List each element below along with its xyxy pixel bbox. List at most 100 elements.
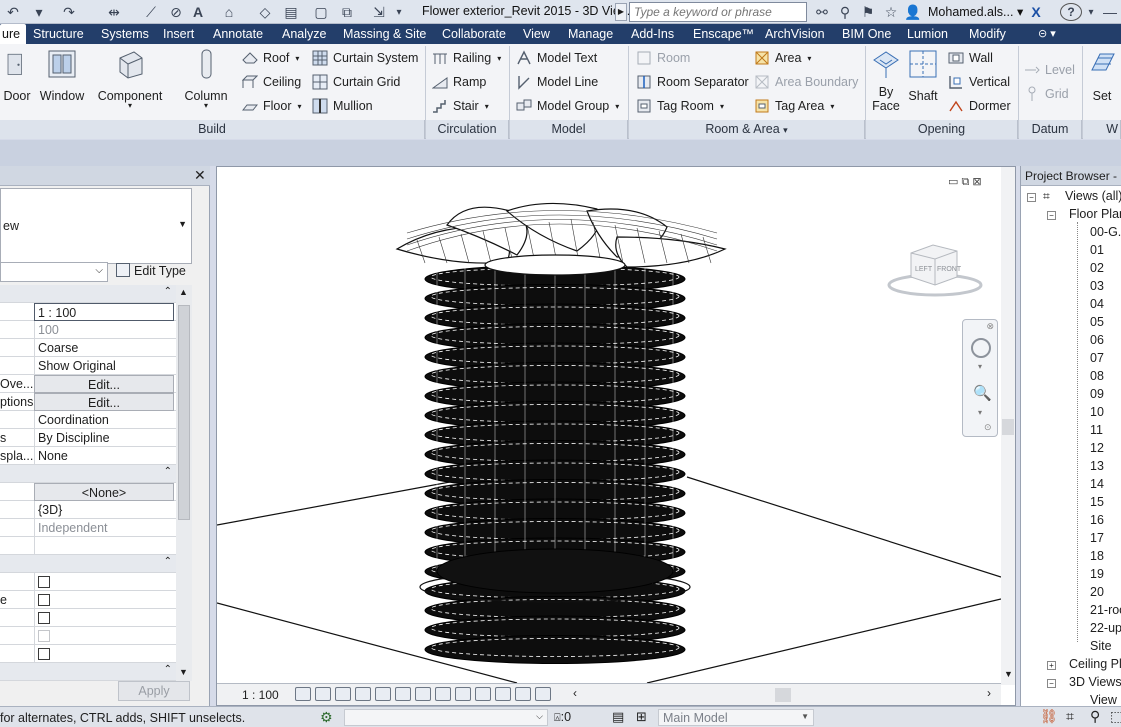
floor-button[interactable]: Floor ▾ — [242, 96, 302, 116]
sun-path-icon[interactable] — [335, 687, 351, 701]
property-group-header[interactable]: ⌃ — [0, 663, 176, 681]
property-row[interactable]: {3D} — [0, 501, 176, 519]
tab-view[interactable]: View — [523, 27, 550, 41]
tree-item-floor-plan[interactable]: 01 — [1090, 243, 1104, 257]
room-area-panel-title[interactable]: Room & Area ▾ — [629, 120, 865, 139]
property-row[interactable] — [0, 609, 176, 627]
close-hidden-icon[interactable]: ▢ — [310, 2, 332, 22]
properties-header[interactable]: ✕ — [0, 166, 210, 186]
ceiling-button[interactable]: Ceiling — [242, 72, 301, 92]
qat-dropdown-icon[interactable]: ▾ — [392, 2, 406, 22]
tab-analyze[interactable]: Analyze — [282, 27, 326, 41]
switch-windows-icon[interactable]: ⧉ — [336, 2, 358, 22]
tree-item-floor-plan[interactable]: 17 — [1090, 531, 1104, 545]
zoom-region-icon[interactable]: 🔍 — [973, 384, 992, 402]
model-group-button[interactable]: Model Group ▾ — [516, 96, 619, 116]
level-button[interactable]: Level — [1024, 60, 1075, 80]
tab-systems[interactable]: Systems — [101, 27, 149, 41]
collapse-group-icon[interactable]: ⌃ — [164, 664, 172, 675]
minimize-icon[interactable]: — — [1100, 2, 1120, 22]
component-button[interactable]: Component ▾ — [96, 48, 164, 110]
property-group-header[interactable]: ⌃ — [0, 465, 176, 483]
undo-icon[interactable]: ↶ — [2, 2, 24, 22]
property-value[interactable] — [34, 537, 174, 555]
tree-item-ceiling-plans[interactable]: Ceiling Pla — [1069, 657, 1121, 671]
property-row[interactable] — [0, 573, 176, 591]
restore-view-icon[interactable]: ⧉ — [961, 176, 969, 188]
lock-3d-view-icon[interactable] — [435, 687, 451, 701]
properties-scrollbar[interactable]: ▲ ▼ — [176, 285, 192, 681]
minimize-view-icon[interactable]: ▭ — [948, 176, 958, 188]
property-value[interactable]: Show Original — [34, 357, 174, 375]
curtain-system-button[interactable]: Curtain System — [312, 48, 418, 68]
type-selector[interactable]: ew ▼ — [0, 188, 192, 264]
property-row[interactable]: spla... None — [0, 447, 176, 465]
tree-item-floor-plan[interactable]: 11 — [1090, 423, 1103, 437]
property-row[interactable]: Show Original — [0, 357, 176, 375]
property-row[interactable]: Independent — [0, 519, 176, 537]
scroll-right-icon[interactable]: › — [987, 686, 991, 700]
property-checkbox-cell[interactable] — [34, 591, 174, 609]
text-icon[interactable]: A — [187, 2, 209, 22]
grid-button[interactable]: Grid — [1024, 84, 1069, 104]
property-value[interactable]: Coarse — [34, 339, 174, 357]
tree-item-floor-plan[interactable]: 21-roo — [1090, 603, 1121, 617]
property-checkbox-cell[interactable] — [34, 645, 174, 663]
tree-item-floor-plan[interactable]: 12 — [1090, 441, 1104, 455]
horizontal-scrollbar-thumb[interactable] — [775, 688, 791, 702]
tree-item-floor-plan[interactable]: 10 — [1090, 405, 1104, 419]
opening-by-face-button[interactable]: By Face — [868, 48, 904, 113]
datum-panel-title[interactable]: Datum — [1019, 120, 1082, 139]
property-edit-button[interactable]: Edit... — [34, 393, 174, 411]
tree-item-floor-plan[interactable]: 13 — [1090, 459, 1104, 473]
property-row[interactable]: ptions Edit... — [0, 393, 176, 411]
model-line-button[interactable]: Model Line — [516, 72, 598, 92]
shaft-button[interactable]: Shaft — [905, 48, 941, 103]
shadows-icon[interactable] — [355, 687, 371, 701]
collapse-floor-plans-icon[interactable]: − — [1047, 211, 1056, 220]
property-row[interactable]: Coordination — [0, 411, 176, 429]
tab-structure[interactable]: Structure — [33, 27, 84, 41]
tag-icon[interactable]: ⊘ — [165, 2, 187, 22]
close-view-icon[interactable]: ⊠ — [972, 176, 981, 188]
apply-button[interactable]: Apply — [118, 681, 190, 701]
tab-collaborate[interactable]: Collaborate — [442, 27, 506, 41]
subscription-icon[interactable]: ⚲ — [835, 2, 855, 22]
tab-architecture[interactable]: ure — [0, 24, 27, 44]
tree-item-floor-plan[interactable]: 16 — [1090, 513, 1104, 527]
property-row[interactable] — [0, 645, 176, 663]
show-crop-region-icon[interactable] — [415, 687, 431, 701]
select-links-icon[interactable]: ⛓ — [1040, 708, 1058, 725]
instance-filter-dropdown[interactable]: ⌵ — [0, 262, 108, 282]
tab-manage[interactable]: Manage — [568, 27, 613, 41]
vertical-opening-button[interactable]: Vertical — [948, 72, 1010, 92]
user-account[interactable]: Mohamed.als... ▾ — [908, 4, 1023, 19]
binoculars-icon[interactable]: ⚯ — [812, 2, 832, 22]
tree-item-floor-plan[interactable]: 14 — [1090, 477, 1104, 491]
tab-massing-site[interactable]: Massing & Site — [343, 27, 426, 41]
navbar-options-icon[interactable]: ⊙ — [984, 422, 992, 433]
select-by-face-icon[interactable]: ⬚ — [1110, 708, 1121, 725]
select-underlay-icon[interactable]: ⌗ — [1066, 708, 1074, 725]
tree-item-floor-plan[interactable]: 00-G.F — [1090, 225, 1121, 239]
property-row[interactable]: 1 : 100 — [0, 303, 176, 321]
tag-area-button[interactable]: Tag Area ▾ — [754, 96, 834, 116]
drawing-area-3d-view[interactable]: ▭ ⧉ ⊠ LEFT FRONT ⊗ ▾ 🔍 ▾ ⊙ ▼ 1 : 100 ‹ › — [216, 166, 1016, 706]
tree-item-floor-plan[interactable]: 08 — [1090, 369, 1104, 383]
active-workset-dropdown[interactable]: ⌵ — [344, 709, 548, 726]
collapse-views-icon[interactable]: − — [1027, 193, 1036, 202]
property-value[interactable]: None — [34, 447, 174, 465]
worksharing-display-icon[interactable] — [495, 687, 511, 701]
property-checkbox[interactable] — [38, 648, 50, 660]
opening-panel-title[interactable]: Opening — [866, 120, 1018, 139]
tree-item-floor-plan[interactable]: 04 — [1090, 297, 1104, 311]
analytical-model-icon[interactable] — [515, 687, 531, 701]
property-row[interactable] — [0, 537, 176, 555]
property-value[interactable]: Coordination — [34, 411, 174, 429]
property-checkbox-cell[interactable] — [34, 609, 174, 627]
tree-item-3d-view[interactable]: View 1 — [1090, 693, 1121, 704]
tab-archvision[interactable]: ArchVision — [765, 27, 825, 41]
wall-opening-button[interactable]: Wall — [948, 48, 993, 68]
tree-item-floor-plan[interactable]: 15 — [1090, 495, 1104, 509]
view-vertical-scrollbar[interactable]: ▼ — [1001, 167, 1015, 685]
